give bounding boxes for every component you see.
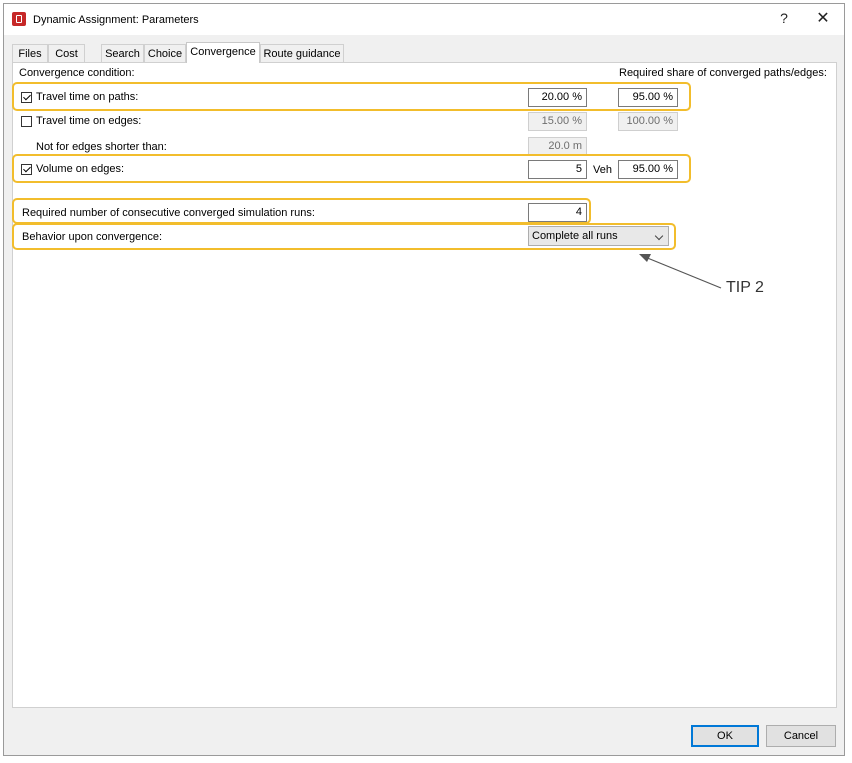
tab-files[interactable]: Files xyxy=(12,44,48,62)
travel-time-edges-share-input[interactable]: 100.00 % xyxy=(618,112,678,131)
highlight-consecutive-runs xyxy=(12,198,591,224)
travel-time-edges-checkbox[interactable] xyxy=(21,116,32,127)
highlight-behavior xyxy=(12,223,676,250)
convergence-panel: Convergence condition: Required share of… xyxy=(12,62,837,708)
convergence-condition-label: Convergence condition: xyxy=(19,67,135,79)
tab-cost[interactable]: Cost xyxy=(48,44,85,62)
title-bar[interactable]: Dynamic Assignment: Parameters ? ✕ xyxy=(4,4,844,35)
tab-route-guidance[interactable]: Route guidance xyxy=(260,44,344,62)
share-header-label: Required share of converged paths/edges: xyxy=(619,67,827,79)
cancel-button[interactable]: Cancel xyxy=(766,725,836,747)
help-button[interactable]: ? xyxy=(774,10,794,26)
close-button[interactable]: ✕ xyxy=(813,8,833,28)
tab-choice[interactable]: Choice xyxy=(144,44,186,62)
highlight-travel-time-paths xyxy=(12,82,691,111)
travel-time-edges-label: Travel time on edges: xyxy=(36,115,142,127)
tab-convergence[interactable]: Convergence xyxy=(186,42,260,63)
not-shorter-label: Not for edges shorter than: xyxy=(36,141,167,153)
dialog-window: Dynamic Assignment: Parameters ? ✕ Files… xyxy=(3,3,845,756)
tip-arrow-icon xyxy=(639,254,722,289)
tab-search[interactable]: Search xyxy=(101,44,144,62)
tip-label: TIP 2 xyxy=(726,279,764,296)
window-title: Dynamic Assignment: Parameters xyxy=(33,14,199,26)
highlight-volume-edges xyxy=(12,154,691,183)
travel-time-edges-input[interactable]: 15.00 % xyxy=(528,112,587,131)
ok-button[interactable]: OK xyxy=(691,725,759,747)
app-icon xyxy=(12,12,26,26)
